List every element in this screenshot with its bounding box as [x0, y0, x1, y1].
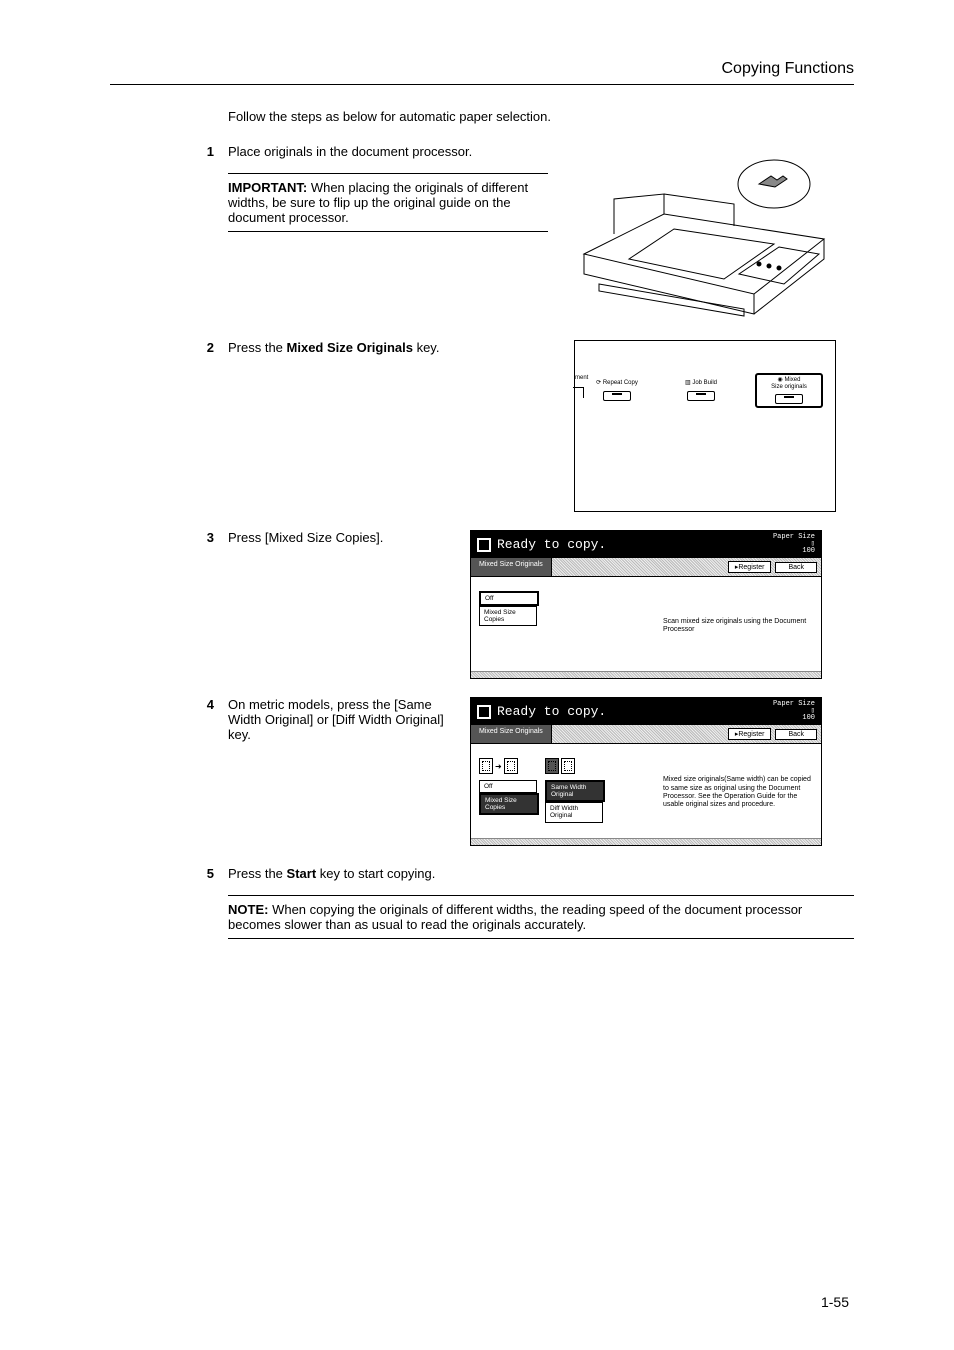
screen-description: Mixed size originals(Same width) can be … — [663, 776, 813, 810]
step-body: On metric models, press the [Same Width … — [228, 697, 470, 742]
step-2: 2 Press the Mixed Size Originals key. me… — [110, 340, 854, 512]
tab-mixed-size-originals: Mixed Size Originals — [471, 725, 552, 743]
screen-tabbar: Mixed Size Originals ▸Register Back — [471, 725, 821, 744]
step-text-post: key to start copying. — [316, 866, 435, 881]
step-3: 3 Press [Mixed Size Copies]. Ready to co… — [110, 530, 854, 679]
document-icon — [477, 538, 491, 552]
page-number: 1-55 — [821, 1294, 849, 1310]
touchscreen-panel: Ready to copy. Paper Size ▯ 100 Mixed Si… — [470, 530, 822, 679]
repeat-copy-key: ⟳ Repeat Copy — [587, 380, 647, 401]
step-body: Press the Start key to start copying. NO… — [228, 866, 854, 939]
step-text-pre: Press the — [228, 866, 287, 881]
printer-illustration — [574, 144, 834, 324]
document-icon — [477, 705, 491, 719]
paper-size-label: Paper Size — [773, 700, 815, 708]
screen-titlebar: Ready to copy. Paper Size ▯ 100 — [471, 531, 821, 558]
step-number: 2 — [186, 340, 228, 355]
step-5: 5 Press the Start key to start copying. … — [110, 866, 854, 939]
paper-size-label: Paper Size — [773, 533, 815, 541]
hardware-button — [775, 394, 803, 404]
note-box: NOTE: When copying the originals of diff… — [228, 895, 854, 939]
job-build-key: ▥ Job Build — [671, 380, 731, 401]
chapter-header: Copying Functions — [110, 60, 854, 85]
touchscreen-panel: Ready to copy. Paper Size ▯ 100 Mixed Si… — [470, 697, 822, 846]
figure-hardware-panel: ment ⟳ Repeat Copy ▥ Job Build ◉ MixedSi… — [574, 340, 854, 512]
page-icon — [561, 758, 575, 774]
mixed-size-originals-key: ◉ MixedSize originals — [755, 373, 823, 408]
figure-touchscreen-2: Ready to copy. Paper Size ▯ 100 Mixed Si… — [470, 697, 830, 846]
tab-mixed-size-originals: Mixed Size Originals — [471, 558, 552, 576]
screen-bottom-border — [471, 671, 821, 678]
screen-body: Off Mixed Size Copies Scan mixed size or… — [471, 577, 821, 671]
step-number: 4 — [186, 697, 228, 712]
figure-printer — [574, 144, 854, 324]
step-number: 5 — [186, 866, 228, 881]
arrow-icon: ➜ — [495, 762, 502, 771]
page-icons-row — [545, 758, 605, 774]
step-text-pre: Press the — [228, 340, 287, 355]
step-text-post: key. — [413, 340, 440, 355]
mixed-size-copies-button: Mixed Size Copies — [479, 606, 537, 626]
step-body: Press [Mixed Size Copies]. — [228, 530, 470, 545]
page-icons-row: ➜ — [479, 758, 539, 774]
hardware-keys-row: ⟳ Repeat Copy ▥ Job Build ◉ MixedSize or… — [575, 373, 835, 408]
width-options-column: Same Width Original Diff Width Original — [545, 758, 605, 828]
left-column: ➜ Off Mixed Size Copies — [479, 758, 539, 828]
page-icon — [545, 758, 559, 774]
screen-bottom-border — [471, 838, 821, 845]
mixed-size-label-2: Size originals — [771, 384, 807, 390]
register-button: ▸Register — [728, 728, 772, 740]
note-text: When copying the originals of different … — [228, 902, 802, 932]
screen-titlebar: Ready to copy. Paper Size ▯ 100 — [471, 698, 821, 725]
step-text: Place originals in the document processo… — [228, 144, 472, 159]
step-text: On metric models, press the [Same Width … — [228, 697, 444, 742]
repeat-copy-icon: ⟳ — [596, 380, 603, 386]
hardware-panel: ment ⟳ Repeat Copy ▥ Job Build ◉ MixedSi… — [574, 340, 836, 512]
important-label: IMPORTANT: — [228, 180, 307, 195]
intro-text: Follow the steps as below for automatic … — [228, 109, 854, 124]
option-buttons: Off Mixed Size Copies — [479, 591, 539, 661]
screen-body: ➜ Off Mixed Size Copies Same Width O — [471, 744, 821, 838]
note-label: NOTE: — [228, 902, 268, 917]
figure-touchscreen-1: Ready to copy. Paper Size ▯ 100 Mixed Si… — [470, 530, 830, 679]
step-text-bold: Mixed Size Originals — [287, 340, 413, 355]
step-1: 1 Place originals in the document proces… — [110, 144, 854, 324]
back-button: Back — [775, 562, 817, 573]
important-note: IMPORTANT: When placing the originals of… — [228, 173, 548, 232]
screen-tabbar: Mixed Size Originals ▸Register Back — [471, 558, 821, 577]
step-text: Press [Mixed Size Copies]. — [228, 530, 383, 545]
page-icon — [479, 758, 493, 774]
step-body: Place originals in the document processo… — [228, 144, 574, 232]
repeat-copy-label: Repeat Copy — [603, 380, 638, 386]
back-button: Back — [775, 729, 817, 740]
diff-width-original-button: Diff Width Original — [545, 802, 603, 822]
mixed-size-label-1: Mixed — [784, 377, 800, 383]
step-number: 3 — [186, 530, 228, 545]
step-4: 4 On metric models, press the [Same Widt… — [110, 697, 854, 846]
manual-page: Copying Functions Follow the steps as be… — [0, 0, 954, 1350]
step-body: Press the Mixed Size Originals key. — [228, 340, 574, 355]
mixed-size-copies-button: Mixed Size Copies — [479, 793, 539, 815]
count-value: 100 — [802, 547, 815, 555]
count-value: 100 — [802, 714, 815, 722]
job-build-label: Job Build — [692, 380, 717, 386]
hardware-button — [603, 391, 631, 401]
off-button: Off — [479, 591, 539, 606]
chapter-title: Copying Functions — [721, 60, 854, 77]
step-number: 1 — [186, 144, 228, 159]
screen-title: Ready to copy. — [497, 537, 606, 552]
screen-description: Scan mixed size originals using the Docu… — [663, 618, 813, 635]
off-button: Off — [479, 780, 537, 793]
hardware-button — [687, 391, 715, 401]
register-button: ▸Register — [728, 561, 772, 573]
step-text-bold: Start — [287, 866, 317, 881]
same-width-original-button: Same Width Original — [545, 780, 605, 802]
page-icon — [504, 758, 518, 774]
screen-title: Ready to copy. — [497, 704, 606, 719]
